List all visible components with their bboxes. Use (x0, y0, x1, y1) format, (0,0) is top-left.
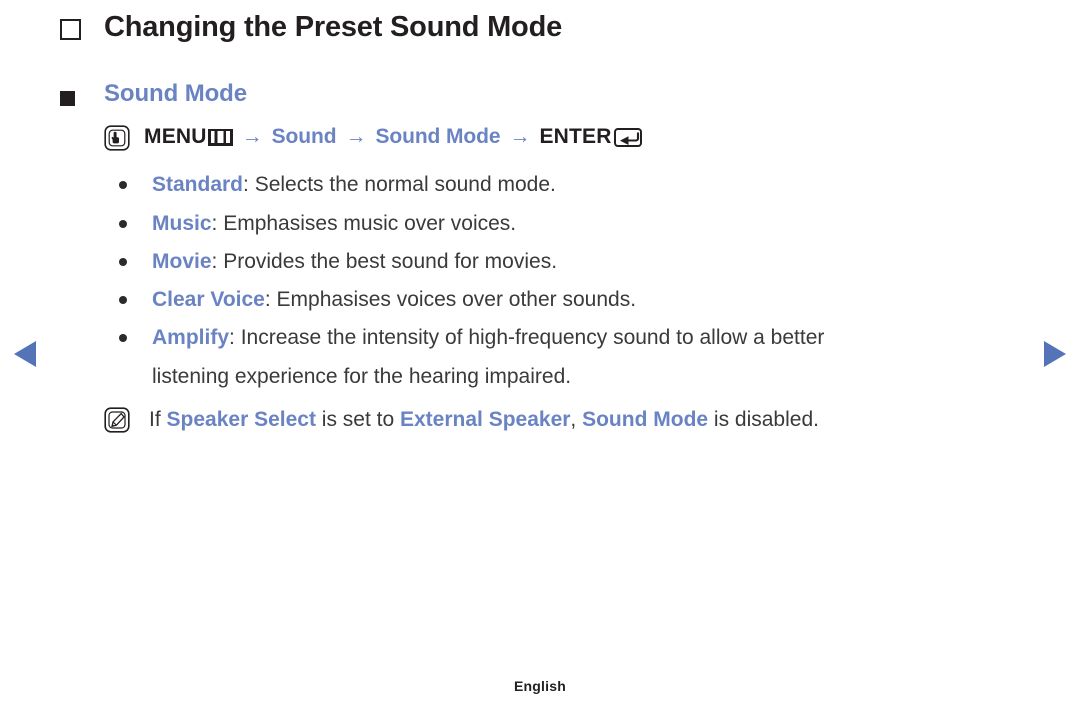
option-description: Emphasises music over voices. (223, 211, 517, 235)
option-description: Provides the best sound for movies. (223, 249, 558, 273)
note-term-external-speaker: External Speaker (399, 407, 571, 431)
list-item: Standard: Selects the normal sound mode. (104, 166, 1020, 204)
option-separator: : (243, 173, 255, 197)
list-item: Music: Emphasises music over voices. (104, 205, 1020, 243)
triangle-right-icon (1040, 338, 1068, 370)
note-pencil-nn-icon (104, 407, 130, 433)
hand-press-oo-icon (104, 125, 130, 151)
menu-path-step-sound-mode: Sound Mode (375, 125, 501, 149)
path-arrow-3: → (509, 125, 531, 149)
path-arrow-1: → (241, 125, 263, 149)
menu-bars-glyph-icon (207, 128, 233, 146)
option-term: Movie (152, 249, 212, 273)
option-term: Standard (152, 173, 244, 197)
round-dot-bullet-icon (119, 219, 127, 228)
option-term: Music (152, 211, 212, 235)
note-text: If Speaker Select is set to External Spe… (149, 406, 819, 433)
round-dot-bullet-icon (119, 181, 127, 190)
menu-path-step-sound: Sound (271, 125, 337, 149)
section-heading-row: Sound Mode (60, 80, 1020, 109)
triangle-left-icon (12, 338, 40, 370)
note-part-4: is disabled. (708, 407, 819, 431)
list-item: Clear Voice: Emphasises voices over othe… (104, 281, 1020, 319)
round-dot-bullet-icon (119, 334, 127, 343)
manual-page: Changing the Preset Sound Mode Sound Mod… (0, 0, 1080, 705)
option-description: Selects the normal sound mode. (254, 173, 556, 197)
option-separator: : (211, 211, 224, 235)
option-description: Increase the intensity of high-frequency… (240, 326, 825, 350)
section-body: MENU → Sound → Sound Mode → ENTER Standa… (104, 124, 1020, 433)
menu-key-label: MENU (144, 125, 207, 149)
option-separator: : (211, 249, 224, 273)
page-title-row: Changing the Preset Sound Mode (60, 10, 1020, 45)
round-dot-bullet-icon (119, 296, 127, 305)
sound-mode-option-list: Standard: Selects the normal sound mode.… (104, 166, 1020, 395)
content-column: Changing the Preset Sound Mode Sound Mod… (60, 0, 1020, 433)
note-part-1: If (149, 407, 167, 431)
enter-key-label: ENTER (539, 125, 612, 149)
option-description-continuation: listening experience for the hearing imp… (152, 364, 572, 388)
menu-path: MENU → Sound → Sound Mode → ENTER (104, 124, 1020, 151)
next-page-arrow[interactable] (1040, 338, 1068, 370)
prev-page-arrow[interactable] (12, 338, 40, 370)
option-description: Emphasises voices over other sounds. (276, 288, 637, 312)
round-dot-bullet-icon (119, 257, 127, 266)
option-term: Clear Voice (152, 288, 265, 312)
option-term: Amplify (152, 326, 230, 350)
list-item: Movie: Provides the best sound for movie… (104, 243, 1020, 281)
note-term-speaker-select: Speaker Select (166, 407, 316, 431)
note-row: If Speaker Select is set to External Spe… (104, 406, 1020, 433)
option-separator: : (264, 288, 277, 312)
path-arrow-2: → (345, 125, 367, 149)
enter-return-glyph-icon (613, 127, 642, 147)
solid-square-bullet-icon (60, 91, 75, 107)
page-title: Changing the Preset Sound Mode (104, 11, 563, 43)
footer-language: English (514, 678, 566, 694)
section-heading: Sound Mode (104, 80, 247, 108)
note-part-3: , (570, 407, 583, 431)
note-term-sound-mode: Sound Mode (582, 407, 709, 431)
option-separator: : (229, 326, 241, 350)
hollow-square-bullet-icon (60, 19, 82, 41)
list-item: Amplify: Increase the intensity of high-… (104, 319, 1020, 395)
note-part-2: is set to (315, 407, 400, 431)
